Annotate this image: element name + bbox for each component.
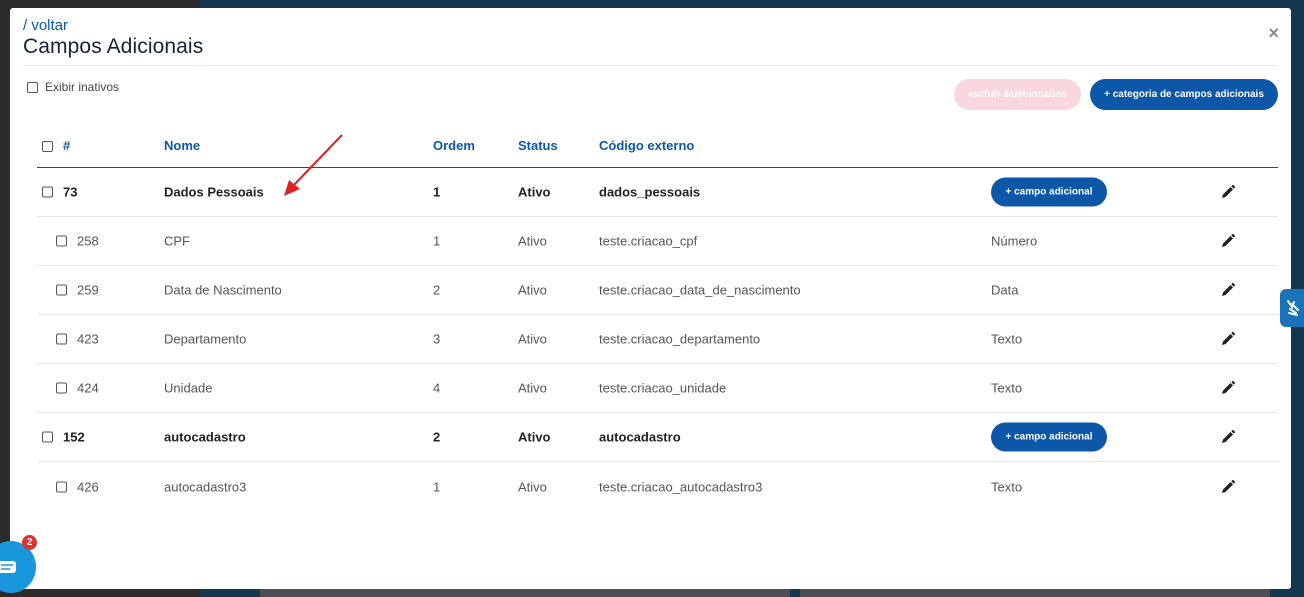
page-title: Campos Adicionais [23, 35, 204, 58]
row-checkbox[interactable] [56, 481, 67, 492]
add-field-button[interactable]: + campo adicional [991, 177, 1107, 207]
table-header: # Nome Ordem Status Código externo [37, 128, 1278, 168]
row-id: 258 [77, 233, 99, 249]
back-link[interactable]: / voltar [23, 17, 68, 34]
show-inactive-checkbox[interactable] [27, 81, 38, 93]
row-external-code: teste.criacao_data_de_nascimento [599, 282, 801, 298]
row-name: Dados Pessoais [164, 184, 264, 200]
row-status: Ativo [518, 331, 547, 347]
close-icon[interactable]: × [1268, 24, 1279, 42]
row-order: 3 [433, 331, 441, 347]
row-id: 73 [63, 184, 78, 200]
field-row: 259 Data de Nascimento 2 Ativo teste.criacao… [37, 266, 1278, 315]
row-status: Ativo [518, 282, 547, 298]
column-status[interactable]: Status [518, 138, 558, 153]
edit-icon[interactable] [1220, 282, 1236, 298]
row-status: Ativo [518, 479, 547, 494]
row-field-type: Texto [991, 479, 1023, 494]
row-external-code: teste.criacao_autocadastro3 [599, 479, 763, 494]
fields-table: # Nome Ordem Status Código externo 73 Dad… [37, 128, 1278, 511]
row-field-type: Data [991, 282, 1019, 298]
category-row: 73 Dados Pessoais 1 Ativo dados_pessoais + ca… [37, 168, 1278, 217]
row-external-code: dados_pessoais [599, 184, 701, 200]
show-inactive-toggle[interactable]: Exibir inativos [27, 80, 119, 94]
table-body: 73 Dados Pessoais 1 Ativo dados_pessoais + ca… [37, 168, 1278, 511]
edit-icon[interactable] [1220, 380, 1236, 396]
row-order: 1 [433, 233, 441, 249]
column-id[interactable]: # [63, 138, 70, 153]
row-external-code: teste.criacao_departamento [599, 331, 761, 347]
row-external-code: teste.criacao_cpf [599, 233, 698, 249]
column-order[interactable]: Ordem [433, 138, 475, 153]
row-name: Departamento [164, 331, 247, 347]
accessibility-tab[interactable] [1280, 289, 1304, 327]
edit-icon[interactable] [1220, 479, 1236, 495]
row-status: Ativo [518, 429, 551, 445]
row-status: Ativo [518, 184, 551, 200]
row-name: CPF [164, 233, 190, 249]
column-name[interactable]: Nome [164, 138, 200, 153]
row-field-type: Número [991, 233, 1038, 249]
header-divider [23, 65, 1278, 66]
edit-icon[interactable] [1220, 233, 1236, 249]
row-field-type: Texto [991, 331, 1023, 347]
row-status: Ativo [518, 233, 547, 249]
chat-notification-badge: 2 [22, 535, 37, 550]
row-field-type: Texto [991, 380, 1023, 396]
row-checkbox[interactable] [56, 284, 67, 296]
category-row: 152 autocadastro 2 Ativo autocadastro + campo… [37, 413, 1278, 462]
field-row: 258 CPF 1 Ativo teste.criacao_cpf Número [37, 217, 1278, 266]
field-row: 426 autocadastro3 1 Ativo teste.criacao_auto… [37, 462, 1278, 511]
row-checkbox[interactable] [56, 333, 67, 345]
row-order: 4 [433, 380, 441, 396]
add-field-button[interactable]: + campo adicional [991, 422, 1107, 452]
select-all-checkbox[interactable] [42, 141, 53, 152]
row-order: 1 [433, 184, 441, 200]
row-id: 424 [77, 380, 99, 396]
column-external-code[interactable]: Código externo [599, 138, 694, 153]
row-name: autocadastro [164, 429, 246, 445]
edit-icon[interactable] [1220, 429, 1236, 445]
additional-fields-modal: / voltar Campos Adicionais × Exibir inat… [10, 8, 1291, 589]
row-order: 2 [433, 429, 441, 445]
annotation-arrow [284, 134, 343, 196]
row-id: 259 [77, 282, 99, 298]
row-checkbox[interactable] [56, 235, 67, 247]
row-id: 426 [77, 479, 99, 494]
add-category-button[interactable]: + categoria de campos adicionais [1090, 79, 1278, 110]
row-id: 152 [63, 429, 85, 445]
row-order: 1 [433, 479, 441, 494]
edit-icon[interactable] [1220, 184, 1236, 200]
edit-icon[interactable] [1220, 331, 1236, 347]
row-status: Ativo [518, 380, 547, 396]
row-name: autocadastro3 [164, 479, 247, 494]
row-external-code: autocadastro [599, 429, 681, 445]
sign-language-icon [1287, 300, 1299, 316]
delete-selected-button[interactable]: excluir selecionados [954, 79, 1081, 110]
row-name: Unidade [164, 380, 213, 396]
field-row: 424 Unidade 4 Ativo teste.criacao_unidade Tex… [37, 364, 1278, 413]
row-name: Data de Nascimento [164, 282, 282, 298]
row-checkbox[interactable] [42, 431, 53, 443]
row-order: 2 [433, 282, 441, 298]
row-checkbox[interactable] [42, 186, 53, 198]
row-external-code: teste.criacao_unidade [599, 380, 727, 396]
field-row: 423 Departamento 3 Ativo teste.criacao_depar… [37, 315, 1278, 364]
row-checkbox[interactable] [56, 382, 67, 394]
show-inactive-label: Exibir inativos [45, 80, 120, 94]
row-id: 423 [77, 331, 99, 347]
